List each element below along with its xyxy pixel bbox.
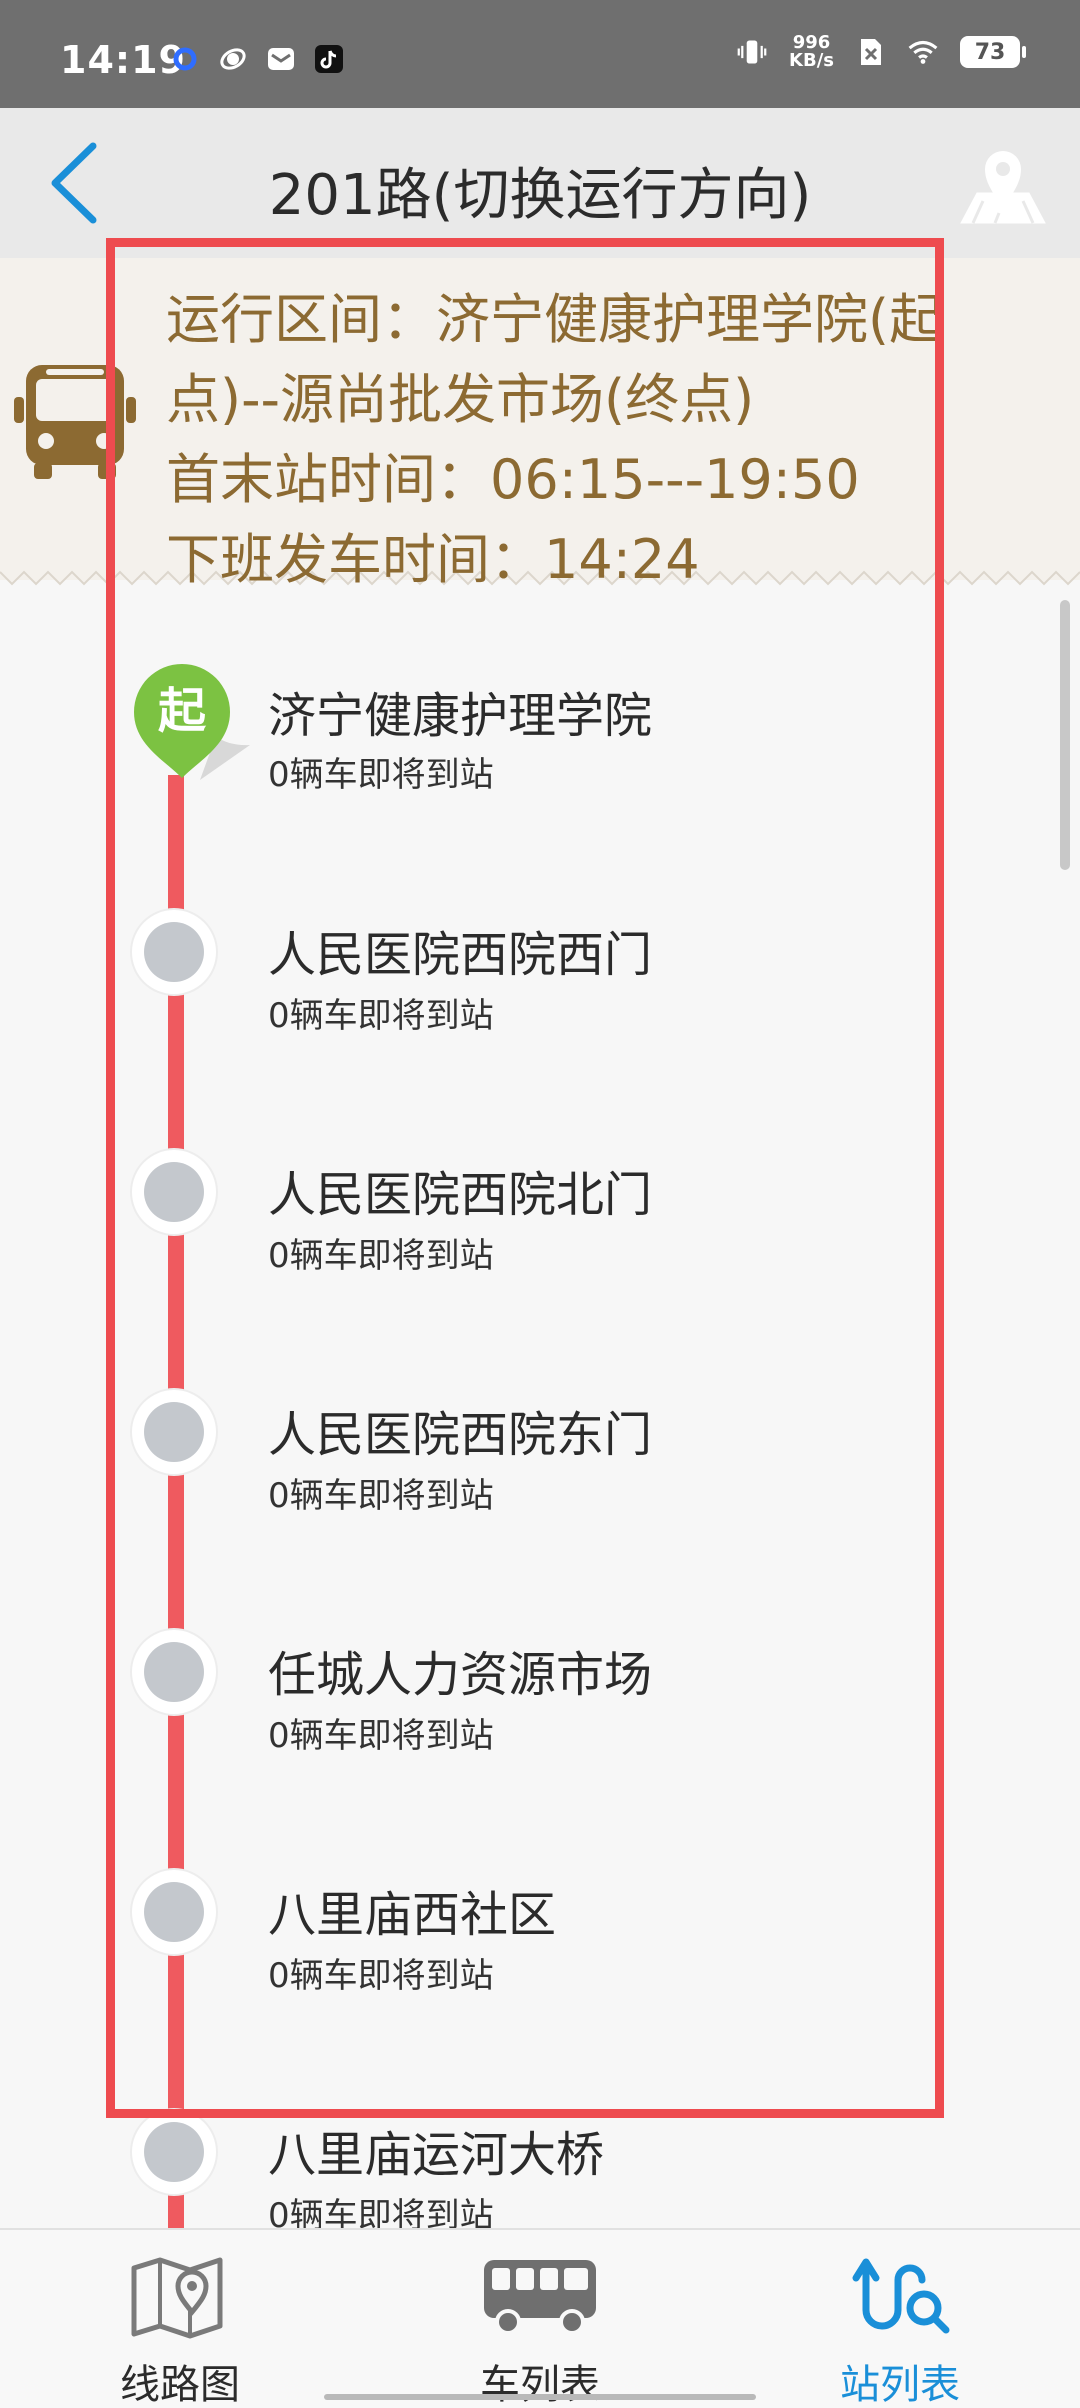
bus-icon bbox=[14, 365, 136, 479]
station-dot bbox=[132, 1630, 216, 1714]
status-time: 14:19 bbox=[60, 38, 186, 82]
station-item[interactable]: 八里庙运河大桥 0辆车即将到站 bbox=[0, 2110, 1080, 2230]
nav-route-map-label: 线路图 bbox=[120, 2362, 240, 2408]
station-arrival-status: 0辆车即将到站 bbox=[268, 1476, 494, 1516]
ring-app-icon bbox=[170, 44, 200, 74]
next-departure-time: 下班发车时间：14:24 bbox=[166, 528, 700, 591]
station-list-icon bbox=[852, 2258, 950, 2334]
station-dot bbox=[132, 1870, 216, 1954]
route-info-text: 运行区间：济宁健康护理学院(起 点)--源尚批发市场(终点) 首末站时间：06:… bbox=[166, 280, 1046, 600]
nav-route-map[interactable]: 线路图 bbox=[0, 2230, 360, 2408]
station-dot bbox=[132, 1150, 216, 1234]
station-arrival-status: 0辆车即将到站 bbox=[268, 1236, 494, 1276]
start-station-marker-icon: 起 bbox=[134, 664, 250, 780]
station-item[interactable]: 任城人力资源市场 0辆车即将到站 bbox=[0, 1630, 1080, 1870]
status-system-icons: 996 KB/s 73 bbox=[737, 34, 1026, 70]
station-arrival-status: 0辆车即将到站 bbox=[268, 996, 494, 1036]
no-sim-icon bbox=[856, 37, 886, 67]
planet-app-icon bbox=[218, 44, 248, 74]
network-speed: 996 KB/s bbox=[789, 34, 834, 70]
status-bar: 14:19 996 KB/s 73 bbox=[0, 0, 1080, 108]
map-pin-icon bbox=[960, 151, 1046, 224]
route-range-line1: 运行区间：济宁健康护理学院(起 bbox=[166, 288, 944, 351]
status-notification-icons bbox=[170, 44, 344, 74]
wifi-icon bbox=[908, 37, 938, 67]
station-name: 八里庙运河大桥 bbox=[268, 2127, 605, 2183]
message-app-icon bbox=[266, 44, 296, 74]
nav-station-list[interactable]: 站列表 bbox=[720, 2230, 1080, 2408]
station-arrival-status: 0辆车即将到站 bbox=[268, 755, 494, 795]
bottom-navigation: 线路图 车列表 站列表 bbox=[0, 2228, 1080, 2408]
top-app-bar: 201路(切换运行方向) bbox=[0, 108, 1080, 258]
nav-station-list-label: 站列表 bbox=[840, 2362, 960, 2408]
station-item[interactable]: 人民医院西院北门 0辆车即将到站 bbox=[0, 1150, 1080, 1390]
station-name: 任城人力资源市场 bbox=[268, 1647, 653, 1703]
home-indicator[interactable] bbox=[324, 2394, 756, 2400]
station-dot bbox=[132, 1390, 216, 1474]
station-name: 人民医院西院东门 bbox=[268, 1407, 653, 1463]
station-arrival-status: 0辆车即将到站 bbox=[268, 1716, 494, 1756]
page-title[interactable]: 201路(切换运行方向) bbox=[0, 150, 1080, 231]
station-dot bbox=[132, 2110, 216, 2194]
start-marker-label: 起 bbox=[158, 683, 207, 739]
station-item[interactable]: 人民医院西院西门 0辆车即将到站 bbox=[0, 910, 1080, 1150]
vibrate-icon bbox=[737, 37, 767, 67]
app-root: 14:19 996 KB/s 73 201路(切换运行方向) 运行区间：济宁健康… bbox=[0, 0, 1080, 2408]
battery-indicator: 73 bbox=[960, 36, 1026, 68]
station-name: 八里庙西社区 bbox=[268, 1887, 557, 1943]
map-icon bbox=[131, 2257, 223, 2339]
tiktok-app-icon bbox=[314, 44, 344, 74]
bus-side-icon bbox=[484, 2260, 596, 2335]
station-dot bbox=[132, 910, 216, 994]
scrollbar[interactable] bbox=[1060, 600, 1070, 870]
station-name: 济宁健康护理学院 bbox=[268, 688, 653, 744]
nav-bus-list[interactable]: 车列表 bbox=[360, 2230, 720, 2408]
station-arrival-status: 0辆车即将到站 bbox=[268, 1956, 494, 1996]
station-item[interactable]: 人民医院西院东门 0辆车即将到站 bbox=[0, 1390, 1080, 1630]
station-item[interactable]: 八里庙西社区 0辆车即将到站 bbox=[0, 1870, 1080, 2110]
station-arrival-status: 0辆车即将到站 bbox=[268, 2196, 494, 2230]
network-speed-unit: KB/s bbox=[789, 50, 834, 71]
station-name: 人民医院西院北门 bbox=[268, 1167, 653, 1223]
map-location-button[interactable] bbox=[948, 130, 1058, 240]
station-name: 人民医院西院西门 bbox=[268, 927, 653, 983]
first-last-time: 首末站时间：06:15---19:50 bbox=[166, 448, 860, 511]
route-range-line2: 点)--源尚批发市场(终点) bbox=[166, 368, 755, 431]
station-list[interactable]: 济宁健康护理学院 0辆车即将到站 人民医院西院西门 0辆车即将到站 人民医院西院… bbox=[0, 600, 1080, 2230]
